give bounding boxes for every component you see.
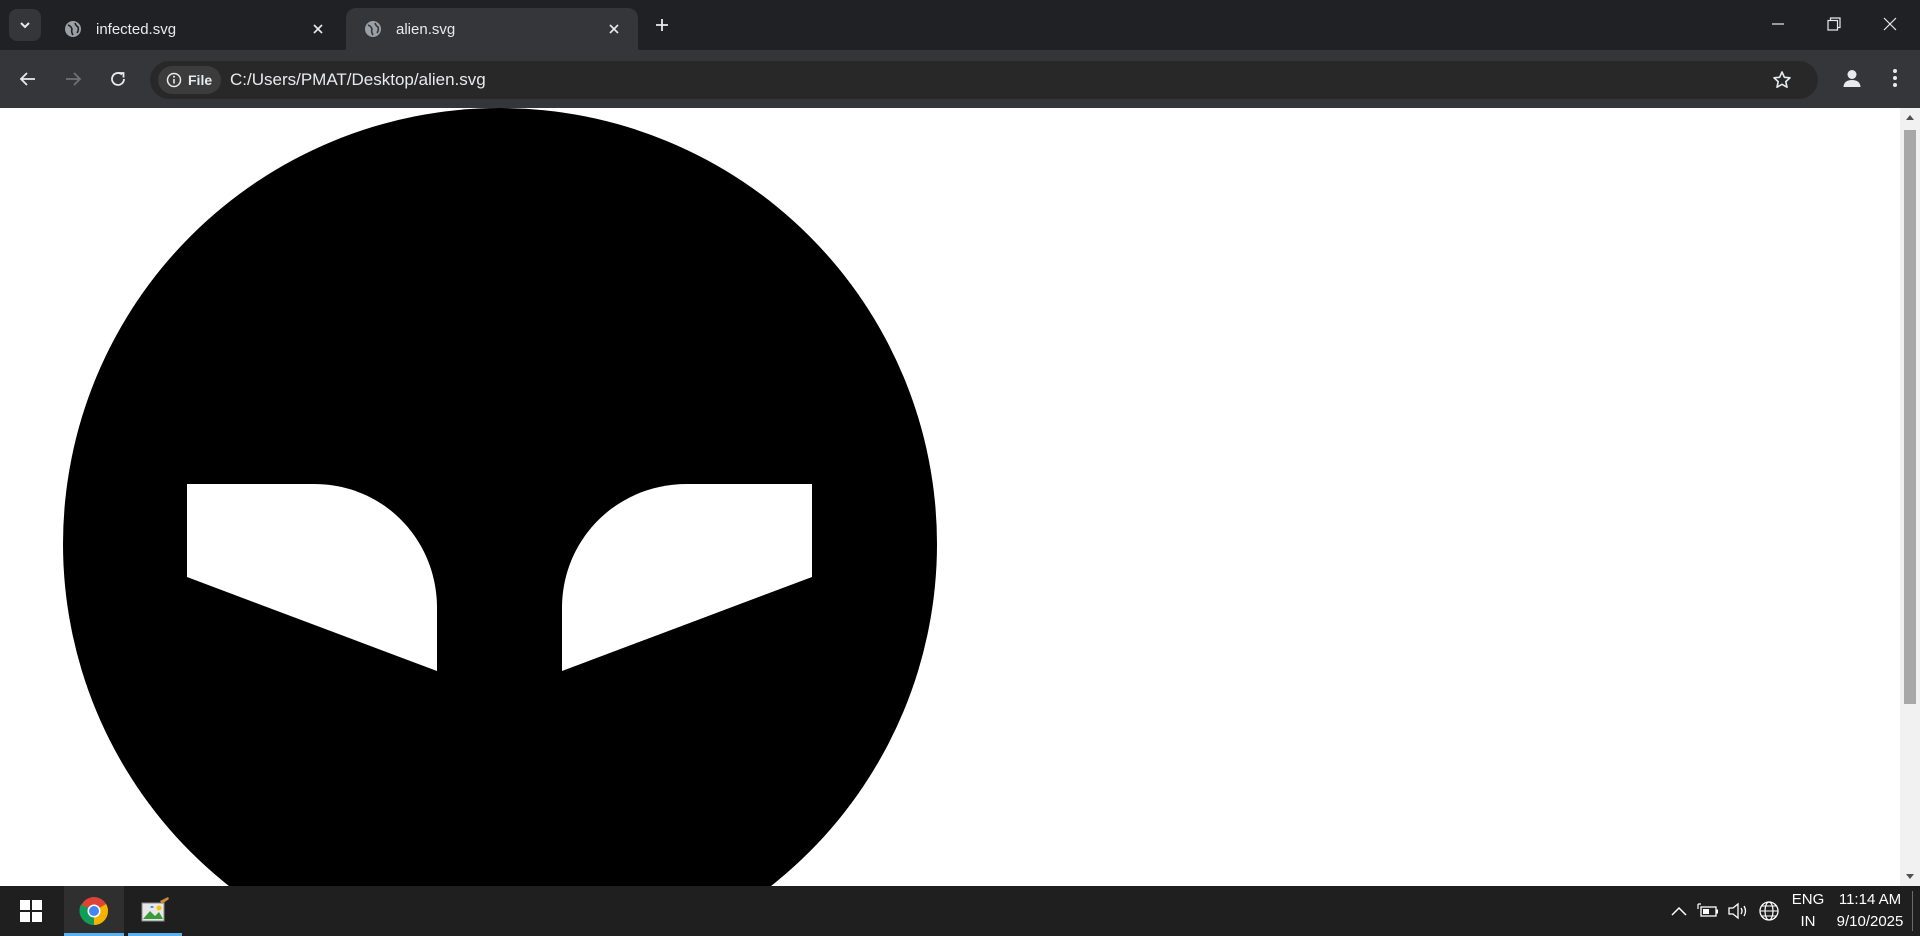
star-icon xyxy=(1773,71,1791,88)
back-button[interactable] xyxy=(13,64,43,94)
page-viewport xyxy=(0,108,1900,886)
taskbar: ENG IN 11:14 AM 9/10/2025 xyxy=(0,886,1920,936)
tray-overflow-button[interactable] xyxy=(1666,886,1692,936)
arrow-left-icon xyxy=(19,72,35,86)
scroll-down-button[interactable] xyxy=(1900,868,1920,886)
globe-icon xyxy=(1759,901,1779,921)
tab-close-button[interactable] xyxy=(604,19,624,39)
reload-button[interactable] xyxy=(103,64,133,94)
battery-button[interactable] xyxy=(1694,886,1722,936)
tab-infected-svg[interactable]: infected.svg xyxy=(46,8,342,50)
new-tab-button[interactable] xyxy=(650,13,674,37)
scheme-label: File xyxy=(188,72,213,88)
close-icon xyxy=(1883,17,1897,31)
clock-date: 9/10/2025 xyxy=(1836,913,1904,930)
scrollbar-thumb[interactable] xyxy=(1904,130,1916,704)
close-icon xyxy=(609,24,619,34)
avatar-icon xyxy=(1843,70,1861,87)
forward-button[interactable] xyxy=(58,64,88,94)
minimize-button[interactable] xyxy=(1750,0,1806,48)
arrow-right-icon xyxy=(66,72,82,86)
tab-close-button[interactable] xyxy=(308,19,328,39)
address-bar[interactable]: File C:/Users/PMAT/Desktop/alien.svg xyxy=(150,61,1818,99)
clock-time: 11:14 AM xyxy=(1838,891,1902,908)
site-info-chip[interactable]: File xyxy=(158,66,222,94)
taskbar-chrome[interactable] xyxy=(64,886,124,936)
tab-search-button[interactable] xyxy=(9,9,41,41)
windows-icon xyxy=(20,900,42,922)
region-code: IN xyxy=(1800,913,1816,930)
tab-title: alien.svg xyxy=(396,20,456,38)
triangle-up-icon xyxy=(1906,115,1914,120)
plus-icon xyxy=(656,19,668,31)
close-icon xyxy=(313,24,323,34)
globe-icon xyxy=(65,21,81,37)
profile-button[interactable] xyxy=(1837,63,1867,93)
restore-button[interactable] xyxy=(1806,0,1862,48)
chevron-up-icon xyxy=(1671,906,1687,916)
tab-alien-svg[interactable]: alien.svg xyxy=(346,8,638,50)
battery-icon xyxy=(1697,903,1718,917)
scroll-up-button[interactable] xyxy=(1900,108,1920,126)
menu-button[interactable] xyxy=(1880,63,1910,93)
chrome-icon xyxy=(79,897,108,925)
vertical-scrollbar[interactable] xyxy=(1900,108,1920,886)
language-code: ENG xyxy=(1791,891,1825,908)
start-button[interactable] xyxy=(8,886,54,936)
restore-icon xyxy=(1827,17,1841,31)
clock[interactable]: 11:14 AM 9/10/2025 xyxy=(1832,886,1908,936)
speaker-icon xyxy=(1728,902,1747,920)
show-desktop-button[interactable] xyxy=(1912,891,1920,931)
volume-button[interactable] xyxy=(1724,886,1752,936)
tab-strip: infected.svg alien.svg xyxy=(0,0,1920,50)
info-icon xyxy=(166,72,182,88)
url-text[interactable]: C:/Users/PMAT/Desktop/alien.svg xyxy=(230,70,486,90)
network-button[interactable] xyxy=(1754,886,1784,936)
reload-icon xyxy=(111,72,125,86)
close-window-button[interactable] xyxy=(1862,0,1918,48)
minimize-icon xyxy=(1772,23,1784,25)
language-indicator[interactable]: ENG IN xyxy=(1788,886,1828,936)
toolbar: File C:/Users/PMAT/Desktop/alien.svg xyxy=(0,50,1920,108)
alien-image xyxy=(63,108,937,886)
chevron-down-icon xyxy=(20,22,30,29)
paint-icon xyxy=(141,897,169,922)
taskbar-paint[interactable] xyxy=(128,886,182,936)
globe-icon xyxy=(365,21,381,37)
bookmark-button[interactable] xyxy=(1770,68,1794,92)
tab-title: infected.svg xyxy=(96,20,177,38)
triangle-down-icon xyxy=(1906,874,1914,879)
more-vertical-icon xyxy=(1893,69,1897,87)
